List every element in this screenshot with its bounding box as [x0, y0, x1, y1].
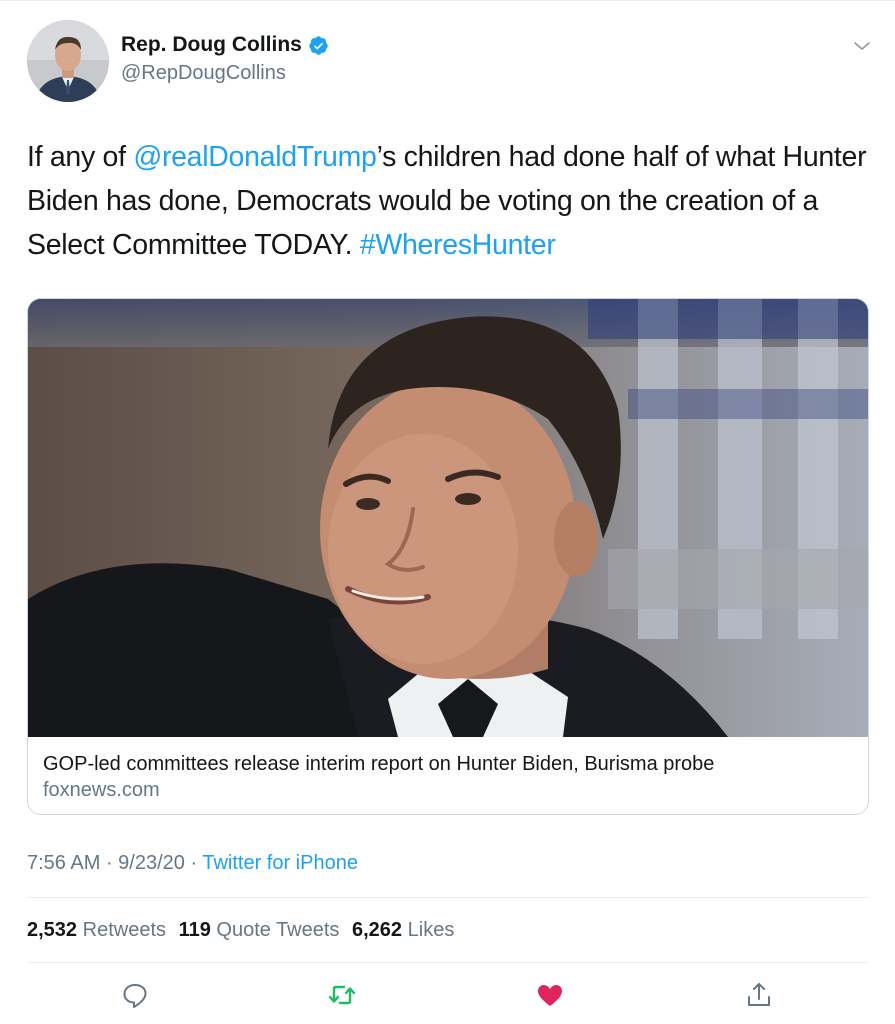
likes-stat[interactable]: 6,262 Likes	[352, 919, 454, 941]
tweet-time[interactable]: 7:56 AM	[27, 852, 100, 874]
retweets-count: 2,532	[27, 919, 78, 941]
divider	[27, 897, 869, 898]
retweets-stat[interactable]: 2,532 Retweets	[27, 919, 166, 941]
retweets-label: Retweets	[82, 919, 166, 941]
action-bar	[0, 980, 895, 1014]
divider	[27, 962, 869, 963]
hashtag-link[interactable]: #WheresHunter	[360, 229, 556, 261]
author-name[interactable]: Rep. Doug Collins	[121, 32, 302, 58]
mention-link[interactable]: @realDonaldTrump	[133, 141, 377, 173]
quote-tweets-stat[interactable]: 119 Quote Tweets	[179, 919, 340, 941]
retweet-icon[interactable]	[327, 980, 357, 1010]
card-image	[28, 299, 868, 737]
card-photo	[28, 299, 868, 737]
tweet-date[interactable]: 9/23/20	[118, 852, 185, 874]
verified-badge-icon	[309, 35, 328, 55]
author-handle[interactable]: @RepDougCollins	[121, 60, 329, 86]
tweet-text-part: If any of	[27, 141, 134, 173]
meta-separator: ·	[184, 852, 203, 874]
meta-separator: ·	[100, 852, 119, 874]
chevron-down-icon[interactable]	[852, 36, 872, 56]
likes-count: 6,262	[352, 919, 403, 941]
tweet-meta: 7:56 AM · 9/23/20 · Twitter for iPhone	[27, 849, 358, 877]
link-preview-card[interactable]: GOP-led committees release interim repor…	[27, 298, 869, 815]
author-block[interactable]: Rep. Doug Collins @RepDougCollins	[121, 32, 329, 86]
heart-icon[interactable]	[535, 980, 565, 1010]
top-divider	[0, 0, 895, 1]
avatar[interactable]	[27, 20, 109, 102]
likes-label: Likes	[407, 919, 455, 941]
tweet-text: If any of @realDonaldTrump’s children ha…	[27, 135, 867, 267]
quotes-label: Quote Tweets	[216, 919, 340, 941]
share-icon[interactable]	[744, 980, 774, 1010]
reply-icon[interactable]	[120, 980, 150, 1010]
card-domain: foxnews.com	[43, 779, 160, 801]
quotes-count: 119	[178, 919, 211, 941]
avatar-photo	[27, 20, 109, 102]
card-title[interactable]: GOP-led committees release interim repor…	[43, 751, 714, 777]
engagement-stats: 2,532 Retweets 119 Quote Tweets 6,262 Li…	[27, 916, 461, 944]
tweet-source[interactable]: Twitter for iPhone	[202, 852, 358, 874]
